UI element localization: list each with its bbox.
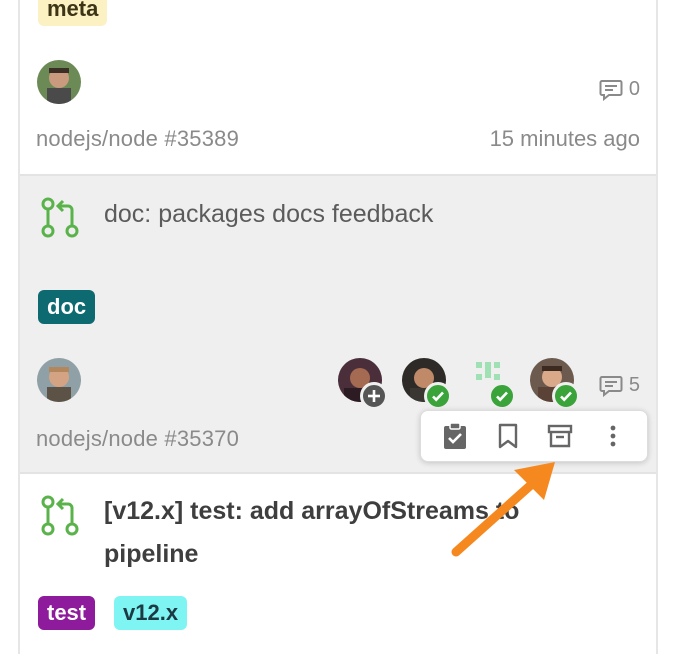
notification-title[interactable]: [v12.x] test: add arrayOfStreams to pipe… <box>104 490 519 576</box>
reviewer-avatar[interactable] <box>402 358 452 410</box>
label-badge[interactable]: test <box>38 596 96 630</box>
add-reviewer-icon <box>360 382 388 410</box>
label-badge[interactable]: v12.x <box>114 596 188 630</box>
reviewer-avatar[interactable] <box>338 358 388 410</box>
notification-card[interactable]: meta 0 nodejs/node #35389 15 minutes ago <box>20 0 656 176</box>
pull-request-icon <box>41 197 79 238</box>
approved-check-icon <box>488 382 516 410</box>
avatar[interactable] <box>37 60 81 104</box>
bookmark-icon <box>498 423 517 449</box>
bookmark-button[interactable] <box>490 418 526 454</box>
notification-title-line: pipeline <box>104 540 199 568</box>
label-badge[interactable]: meta <box>38 0 108 26</box>
notification-title[interactable]: doc: packages docs feedback <box>104 193 433 236</box>
comment-icon <box>599 375 623 397</box>
comment-icon <box>599 79 623 101</box>
repo-reference[interactable]: nodejs/node #35370 <box>36 426 239 452</box>
approved-check-icon <box>424 382 452 410</box>
notification-title-line: [v12.x] test: add arrayOfStreams to <box>104 497 520 525</box>
comment-count-value: 0 <box>628 78 640 100</box>
timestamp: 15 minutes ago <box>489 126 640 151</box>
pull-request-icon <box>41 495 79 536</box>
reviewer-avatar[interactable] <box>530 358 580 410</box>
notification-card[interactable]: [v12.x] test: add arrayOfStreams to pipe… <box>20 474 656 654</box>
notification-column: meta 0 nodejs/node #35389 15 minutes ago <box>18 0 658 654</box>
mark-done-icon <box>444 422 467 449</box>
comment-count: 0 <box>599 78 640 101</box>
more-icon <box>610 425 616 447</box>
notification-action-toolbar <box>420 410 648 462</box>
more-options-button[interactable] <box>595 418 631 454</box>
approved-check-icon <box>552 382 580 410</box>
comment-count-value: 5 <box>628 374 640 396</box>
avatar[interactable] <box>37 358 81 402</box>
repo-reference[interactable]: nodejs/node #35389 <box>36 126 239 152</box>
comment-count: 5 <box>599 374 640 397</box>
archive-button[interactable] <box>542 418 578 454</box>
mark-done-button[interactable] <box>437 418 473 454</box>
archive-icon <box>548 424 573 448</box>
label-badge[interactable]: doc <box>38 290 96 324</box>
reviewer-avatar[interactable] <box>466 358 516 410</box>
